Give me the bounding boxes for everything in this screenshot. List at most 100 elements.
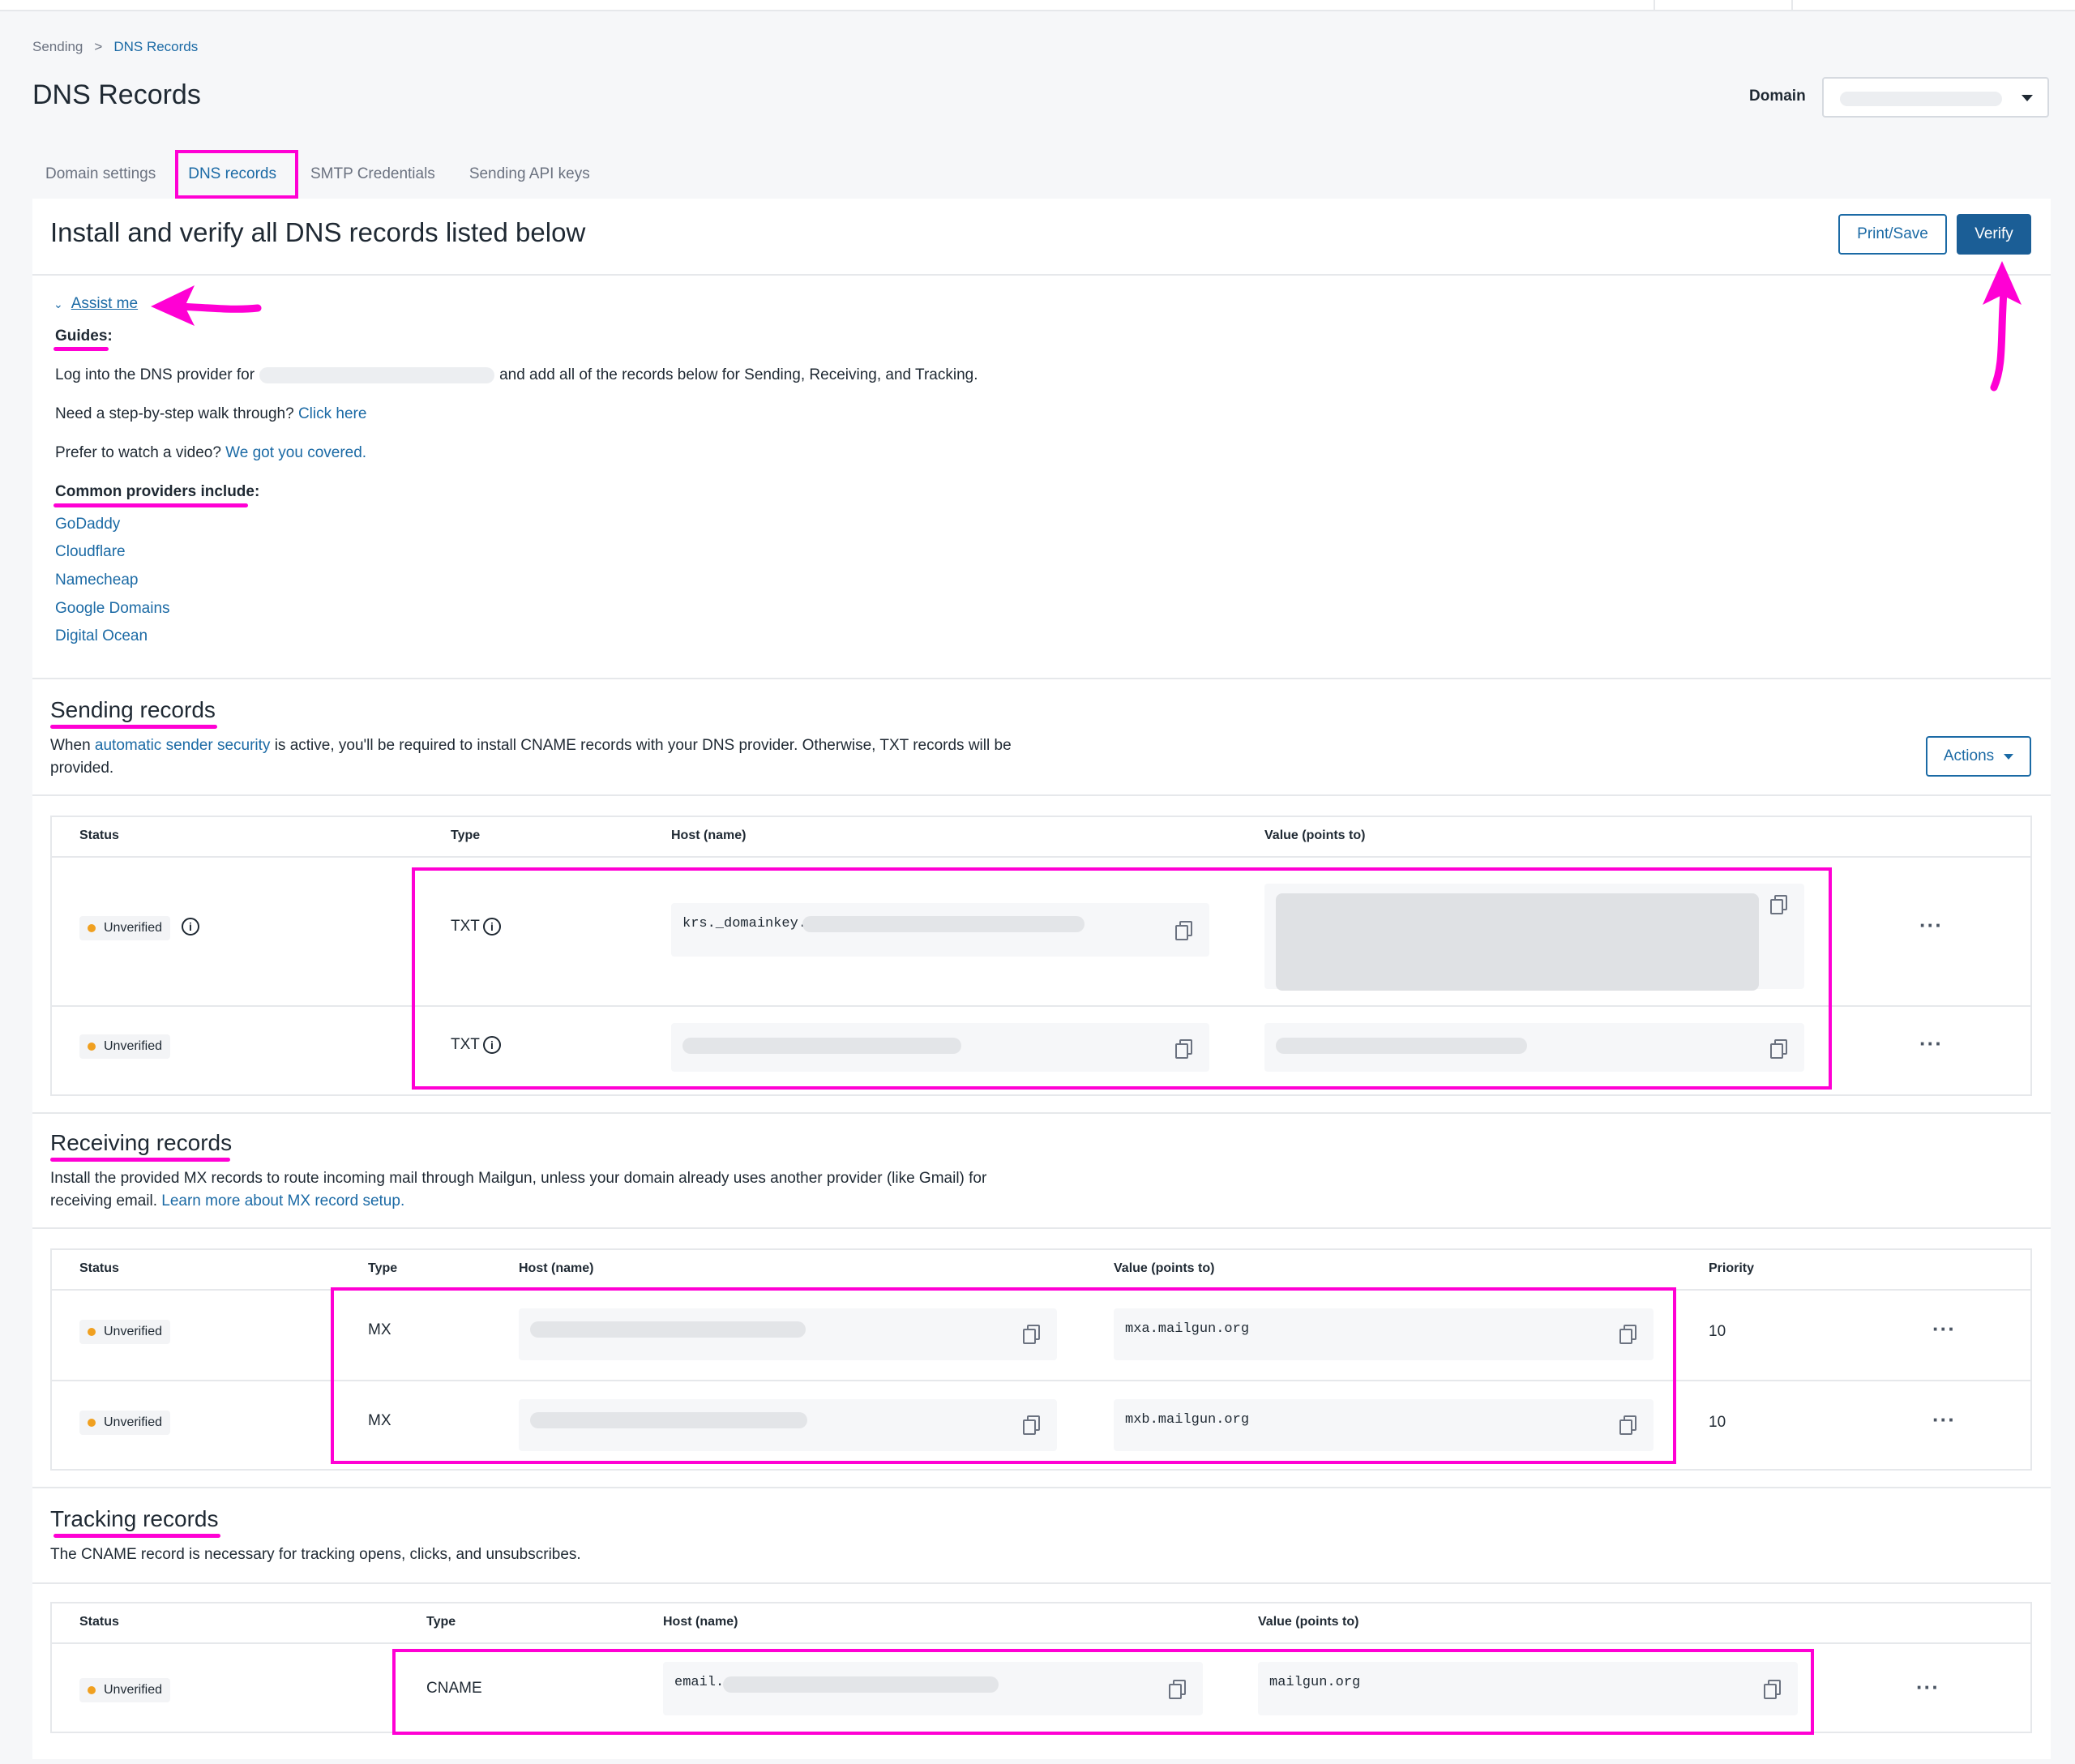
host-value-box[interactable] — [519, 1399, 1057, 1451]
divider — [32, 1112, 2051, 1114]
status-dot-icon — [88, 1328, 96, 1336]
video-link[interactable]: We got you covered. — [225, 444, 366, 461]
copy-icon[interactable] — [1770, 1039, 1787, 1059]
more-horizontal-icon[interactable]: ··· — [1919, 1031, 1943, 1056]
guide-line-text: Need a step-by-step walk through? — [55, 405, 294, 422]
divider — [32, 1487, 2051, 1488]
top-bar-divider — [1791, 0, 1793, 11]
more-horizontal-icon[interactable]: ··· — [1919, 913, 1943, 938]
column-header-host: Host (name) — [671, 828, 747, 842]
record-type-text: MX — [368, 1412, 391, 1429]
guide-line-text: Prefer to watch a video? — [55, 444, 221, 461]
breadcrumb: Sending > DNS Records — [32, 39, 198, 55]
copy-icon[interactable] — [1764, 1680, 1781, 1699]
assist-me-toggle[interactable]: ⌄ Assist me — [53, 295, 138, 313]
more-horizontal-icon[interactable]: ··· — [1916, 1675, 1940, 1700]
value-box[interactable]: mailgun.org — [1258, 1662, 1798, 1715]
copy-icon[interactable] — [1770, 895, 1787, 914]
tab-domain-settings[interactable]: Domain settings — [32, 150, 169, 199]
column-header-value: Value (points to) — [1264, 828, 1366, 842]
more-horizontal-icon[interactable]: ··· — [1932, 1317, 1956, 1342]
redacted-value — [1276, 893, 1759, 991]
print-save-button[interactable]: Print/Save — [1838, 214, 1947, 255]
divider — [32, 794, 2051, 796]
provider-link-godaddy[interactable]: GoDaddy — [55, 516, 120, 533]
provider-link-google-domains[interactable]: Google Domains — [55, 600, 170, 618]
divider — [32, 1227, 2051, 1229]
annotation-underline — [50, 725, 217, 729]
page-title: DNS Records — [32, 79, 201, 110]
click-here-link[interactable]: Click here — [298, 405, 366, 422]
column-header-host: Host (name) — [663, 1615, 738, 1629]
breadcrumb-separator-icon: > — [94, 39, 103, 54]
mx-learn-more-link[interactable]: Learn more about MX record setup. — [161, 1192, 404, 1210]
copy-icon[interactable] — [1169, 1680, 1186, 1699]
assist-me-link[interactable]: Assist me — [71, 295, 138, 313]
value-box[interactable] — [1264, 884, 1804, 991]
record-type: MX — [368, 1412, 391, 1430]
tracking-records-description: The CNAME record is necessary for tracki… — [50, 1546, 581, 1563]
column-header-value: Value (points to) — [1114, 1261, 1215, 1275]
annotation-underline — [50, 1158, 230, 1162]
info-icon[interactable]: i — [182, 918, 199, 936]
record-type-text: CNAME — [426, 1680, 482, 1697]
divider — [32, 678, 2051, 679]
status-badge: Unverified — [79, 1034, 171, 1059]
column-header-type: Type — [426, 1615, 456, 1629]
copy-icon[interactable] — [1619, 1325, 1636, 1344]
host-value-box[interactable]: krs._domainkey. — [671, 903, 1209, 957]
record-value: mxa.mailgun.org — [1125, 1321, 1250, 1337]
record-type: TXT i — [451, 1036, 501, 1054]
status-badge: Unverified — [79, 1411, 171, 1435]
install-title: Install and verify all DNS records liste… — [50, 217, 586, 247]
automatic-sender-security-link[interactable]: automatic sender security — [95, 737, 271, 754]
copy-icon[interactable] — [1023, 1325, 1040, 1344]
breadcrumb-parent[interactable]: Sending — [32, 39, 83, 55]
info-icon[interactable]: i — [482, 1036, 501, 1054]
column-header-status: Status — [79, 828, 119, 842]
guide-line-walkthrough: Need a step-by-step walk through? Click … — [55, 405, 366, 423]
priority-value: 10 — [1709, 1414, 1726, 1431]
info-icon[interactable]: i — [482, 918, 501, 936]
column-header-status: Status — [79, 1261, 119, 1275]
copy-icon[interactable] — [1619, 1415, 1636, 1435]
annotation-underline — [53, 503, 248, 507]
status-text: Unverified — [104, 1039, 163, 1053]
domain-select-value — [1840, 92, 2002, 106]
guide-line-video: Prefer to watch a video? We got you cove… — [55, 444, 366, 462]
value-box[interactable]: mxb.mailgun.org — [1114, 1399, 1654, 1451]
more-horizontal-icon[interactable]: ··· — [1932, 1407, 1956, 1432]
verify-button[interactable]: Verify — [1957, 214, 2031, 255]
host-value-box[interactable] — [671, 1023, 1209, 1072]
tab-smtp-credentials[interactable]: SMTP Credentials — [297, 150, 448, 199]
column-header-type: Type — [368, 1261, 398, 1275]
record-type-text: TXT — [451, 918, 480, 935]
status-dot-icon — [88, 1686, 96, 1694]
host-value-box[interactable]: email. — [663, 1662, 1203, 1715]
row-divider — [52, 1005, 2030, 1007]
record-type: TXT i — [451, 918, 501, 936]
annotation-underline — [53, 1534, 220, 1538]
tab-sending-api-keys[interactable]: Sending API keys — [456, 150, 603, 199]
provider-link-cloudflare[interactable]: Cloudflare — [55, 543, 126, 561]
copy-icon[interactable] — [1175, 921, 1192, 940]
status-dot-icon — [88, 1043, 96, 1051]
provider-link-digital-ocean[interactable]: Digital Ocean — [55, 627, 148, 645]
tab-dns-records[interactable]: DNS records — [175, 150, 289, 199]
status-dot-icon — [88, 924, 96, 932]
value-box[interactable]: mxa.mailgun.org — [1114, 1308, 1654, 1360]
guide-line-text: and add all of the records below for Sen… — [499, 366, 978, 383]
domain-select[interactable] — [1822, 77, 2049, 118]
breadcrumb-current[interactable]: DNS Records — [113, 39, 198, 55]
provider-link-namecheap[interactable]: Namecheap — [55, 572, 138, 589]
host-value: krs._domainkey. — [682, 916, 807, 931]
status-badge: Unverified — [79, 1678, 171, 1702]
host-value-box[interactable] — [519, 1308, 1057, 1360]
copy-icon[interactable] — [1175, 1039, 1192, 1059]
redacted-host — [682, 1038, 961, 1054]
value-box[interactable] — [1264, 1023, 1804, 1072]
tracking-records-title: Tracking records — [50, 1506, 219, 1531]
actions-button[interactable]: Actions — [1926, 736, 2031, 777]
copy-icon[interactable] — [1023, 1415, 1040, 1435]
status-text: Unverified — [104, 1325, 163, 1338]
